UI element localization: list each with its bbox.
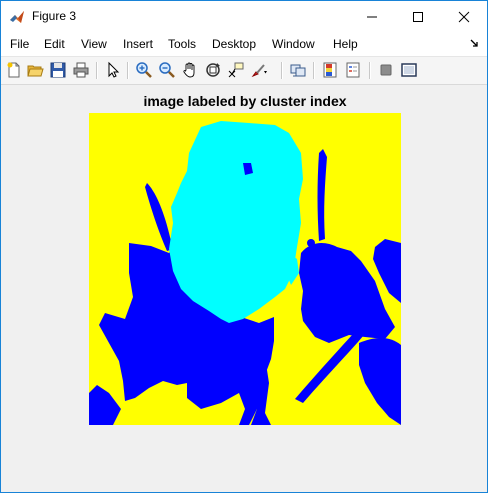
- zoom-out-icon[interactable]: [158, 61, 176, 79]
- maximize-icon: [413, 11, 423, 22]
- menu-insert[interactable]: Insert: [123, 37, 153, 51]
- window-title: Figure 3: [32, 9, 77, 23]
- menu-edit[interactable]: Edit: [44, 37, 65, 51]
- figure-window: Figure 3 File Edit View Insert Tools Des…: [0, 0, 488, 493]
- toolbar-separator: [369, 62, 371, 79]
- insert-legend-icon[interactable]: [344, 61, 362, 79]
- toolbar-separator: [281, 62, 283, 79]
- insert-colorbar-icon[interactable]: [321, 61, 339, 79]
- menu-desktop[interactable]: Desktop: [212, 37, 256, 51]
- toolbar-separator: [96, 62, 98, 79]
- blue-cluster-region: [307, 239, 315, 247]
- minimize-button[interactable]: [349, 1, 395, 32]
- figure-canvas[interactable]: image labeled by cluster index: [1, 85, 487, 492]
- menu-file[interactable]: File: [10, 37, 29, 51]
- title-bar[interactable]: Figure 3: [1, 1, 487, 32]
- maximize-button[interactable]: [395, 1, 441, 32]
- menu-view[interactable]: View: [81, 37, 107, 51]
- brush-icon[interactable]: [250, 61, 268, 79]
- matlab-logo-icon: [10, 11, 24, 23]
- hide-plot-tools-icon[interactable]: [377, 61, 395, 79]
- close-button[interactable]: [441, 1, 487, 32]
- figure-toolbar: [1, 57, 487, 85]
- dock-arrow-icon[interactable]: [470, 39, 479, 48]
- menu-tools[interactable]: Tools: [168, 37, 196, 51]
- menu-window[interactable]: Window: [272, 37, 315, 51]
- data-cursor-icon[interactable]: [227, 61, 245, 79]
- axes-title: image labeled by cluster index: [143, 93, 347, 109]
- new-figure-icon[interactable]: [5, 61, 23, 79]
- blue-cluster-region: [196, 362, 202, 368]
- open-file-icon[interactable]: [26, 61, 44, 79]
- zoom-in-icon[interactable]: [135, 61, 153, 79]
- toolbar-separator: [313, 62, 315, 79]
- edit-plot-arrow-icon[interactable]: [104, 61, 122, 79]
- minimize-icon: [367, 16, 377, 17]
- pan-hand-icon[interactable]: [181, 61, 199, 79]
- save-icon[interactable]: [49, 61, 67, 79]
- close-icon: [458, 11, 470, 22]
- show-plot-tools-icon[interactable]: [400, 61, 418, 79]
- menu-help[interactable]: Help: [333, 37, 358, 51]
- cluster-index-image[interactable]: [89, 113, 401, 425]
- print-icon[interactable]: [72, 61, 90, 79]
- rotate-3d-icon[interactable]: [204, 61, 222, 79]
- toolbar-separator: [127, 62, 129, 79]
- menu-bar: File Edit View Insert Tools Desktop Wind…: [1, 32, 487, 57]
- link-plot-icon[interactable]: [289, 61, 307, 79]
